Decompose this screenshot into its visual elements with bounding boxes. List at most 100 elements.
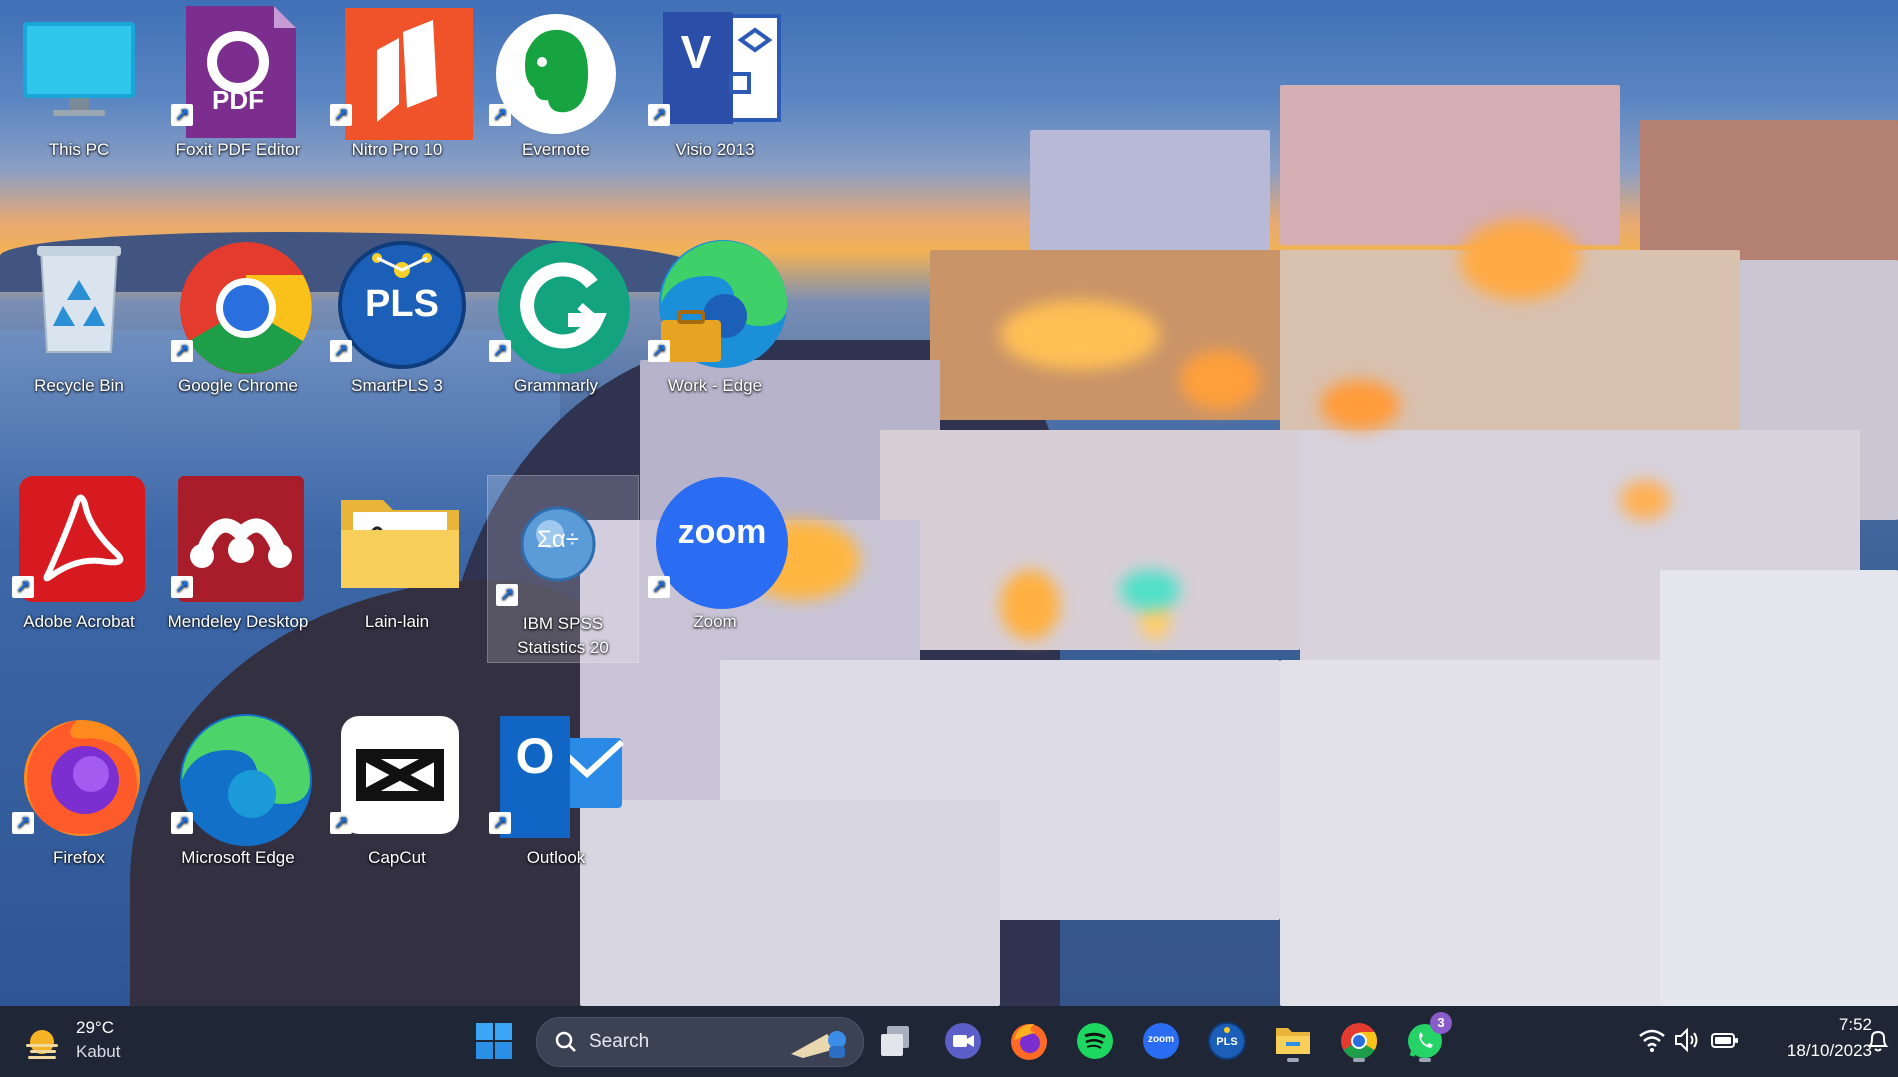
icon-label: Foxit PDF Editor [175, 140, 301, 159]
start-button[interactable] [471, 1018, 517, 1064]
shortcut-arrow-icon: ↗ [171, 340, 193, 362]
volume-icon[interactable] [1672, 1026, 1700, 1054]
desktop-icon-mendeley[interactable]: ↗ Mendeley Desktop [163, 472, 313, 631]
desktop-icon-lain-lain[interactable]: Lain-lain [322, 472, 472, 631]
folder-icon [337, 476, 459, 596]
windows-start-icon [476, 1023, 512, 1059]
desktop-icon-work-edge[interactable]: ↗ Work - Edge [640, 236, 790, 395]
shortcut-arrow-icon: ↗ [496, 584, 518, 606]
desktop-icon-adobe-acrobat[interactable]: ↗ Adobe Acrobat [4, 472, 154, 631]
spotify-icon [1077, 1023, 1113, 1059]
desktop-icon-nitro[interactable]: ↗ Nitro Pro 10 [322, 0, 473, 159]
shortcut-arrow-icon: ↗ [648, 576, 670, 598]
taskbar-search-box[interactable]: Search [536, 1017, 864, 1067]
shortcut-arrow-icon: ↗ [330, 812, 352, 834]
taskbar-app-chrome[interactable] [1336, 1018, 1382, 1064]
icon-label: Evernote [521, 140, 591, 159]
icon-label: Outlook [526, 848, 586, 867]
desktop-icon-this-pc[interactable]: This PC [4, 0, 154, 159]
smartpls-text: PLS [365, 283, 439, 325]
wifi-icon[interactable] [1638, 1026, 1666, 1054]
taskbar-app-meet[interactable] [940, 1018, 986, 1064]
spss-icon: Σα÷ [518, 504, 598, 584]
icon-label: Grammarly [513, 376, 599, 395]
notification-bell-icon[interactable] [1866, 1028, 1890, 1054]
shortcut-arrow-icon: ↗ [171, 812, 193, 834]
taskbar-app-zoom[interactable]: zoom [1138, 1018, 1184, 1064]
icon-label: Mendeley Desktop [167, 612, 309, 631]
weather-widget[interactable]: 29°C Kabut [24, 1016, 154, 1068]
taskbar-app-smartpls[interactable]: PLS [1204, 1018, 1250, 1064]
video-camera-icon [945, 1023, 981, 1059]
shortcut-arrow-icon: ↗ [330, 104, 352, 126]
icon-label: This PC [48, 140, 110, 159]
taskbar: 29°C Kabut Search zoom PLS 3 7:52 18/10/… [0, 1006, 1898, 1077]
desktop-icon-spss[interactable]: Σα÷ ↗ IBM SPSS Statistics 20 [487, 475, 639, 663]
desktop-icon-visio[interactable]: V ↗ Visio 2013 [640, 0, 790, 159]
icon-label: Lain-lain [364, 612, 430, 631]
search-icon [555, 1031, 576, 1052]
icon-label: SmartPLS 3 [351, 376, 443, 395]
task-view-icon [881, 1026, 909, 1056]
search-placeholder: Search [589, 1031, 650, 1052]
desktop-icon-zoom[interactable]: zoom ↗ Zoom [640, 472, 790, 631]
battery-icon[interactable] [1710, 1026, 1740, 1054]
evernote-elephant-icon [496, 4, 616, 134]
icon-label: Zoom [693, 612, 737, 631]
desktop-icon-grammarly[interactable]: ↗ Grammarly [481, 236, 631, 395]
icon-label: Visio 2013 [675, 140, 755, 159]
grammarly-icon [496, 240, 630, 374]
foxit-text: PDF [212, 85, 264, 115]
desktop-icon-evernote[interactable]: ↗ Evernote [481, 0, 631, 159]
notification-badge: 3 [1430, 1012, 1452, 1034]
taskbar-app-spotify[interactable] [1072, 1018, 1118, 1064]
zoom-icon: zoom [655, 476, 788, 609]
desktop-icon-outlook[interactable]: O ↗ Outlook [481, 708, 631, 867]
weather-condition: Kabut [76, 1042, 121, 1061]
icon-label: CapCut [368, 848, 426, 867]
clock-date: 18/10/2023 [1786, 1041, 1872, 1060]
icon-label: Firefox [53, 848, 105, 867]
shortcut-arrow-icon: ↗ [330, 340, 352, 362]
shortcut-arrow-icon: ↗ [12, 576, 34, 598]
shortcut-arrow-icon: ↗ [648, 104, 670, 126]
icon-label: Google Chrome [177, 376, 298, 395]
search-highlight-illustration-icon [787, 1024, 851, 1060]
desktop-icon-chrome[interactable]: ↗ Google Chrome [163, 236, 313, 395]
spss-symbols: Σα÷ [537, 526, 579, 553]
desktop-icon-firefox[interactable]: ↗ Firefox [4, 708, 154, 867]
desktop-icon-capcut[interactable]: ↗ CapCut [322, 708, 472, 867]
edge-work-icon [655, 240, 787, 368]
mendeley-icon [178, 476, 304, 602]
shortcut-arrow-icon: ↗ [648, 340, 670, 362]
desktop-icon-microsoft-edge[interactable]: ↗ Microsoft Edge [163, 708, 313, 867]
running-indicator [1353, 1058, 1365, 1062]
smartpls-icon: PLS [337, 240, 466, 369]
shortcut-arrow-icon: ↗ [171, 104, 193, 126]
desktop-icon-recycle-bin[interactable]: Recycle Bin [4, 236, 154, 395]
system-clock[interactable]: 7:52 18/10/2023 [1752, 1012, 1872, 1064]
icon-label: Adobe Acrobat [23, 612, 135, 631]
chrome-icon [178, 240, 312, 374]
desktop-icon-foxit[interactable]: PDF ↗ Foxit PDF Editor [163, 0, 313, 159]
edge-icon [178, 712, 312, 846]
acrobat-icon [19, 476, 145, 602]
firefox-icon [1011, 1024, 1047, 1060]
clock-time: 7:52 [1838, 1015, 1872, 1034]
icon-label: Microsoft Edge [181, 848, 295, 867]
foxit-pdf-icon: PDF [178, 4, 298, 138]
outlook-letter: O [515, 728, 555, 784]
visio-letter: V [680, 26, 712, 78]
shortcut-arrow-icon: ↗ [12, 812, 34, 834]
taskbar-app-whatsapp[interactable]: 3 [1402, 1012, 1452, 1064]
taskbar-app-firefox[interactable] [1006, 1018, 1052, 1064]
zoom-logo-text: zoom [1147, 1034, 1175, 1045]
monitor-icon [19, 4, 139, 124]
taskbar-app-file-explorer[interactable] [1270, 1018, 1316, 1064]
desktop-icon-smartpls[interactable]: PLS ↗ SmartPLS 3 [322, 236, 472, 395]
sun-haze-icon [24, 1026, 60, 1062]
zoom-logo-text: zoom [677, 513, 767, 551]
visio-icon: V [655, 4, 781, 124]
shortcut-arrow-icon: ↗ [489, 340, 511, 362]
task-view-button[interactable] [873, 1018, 919, 1064]
